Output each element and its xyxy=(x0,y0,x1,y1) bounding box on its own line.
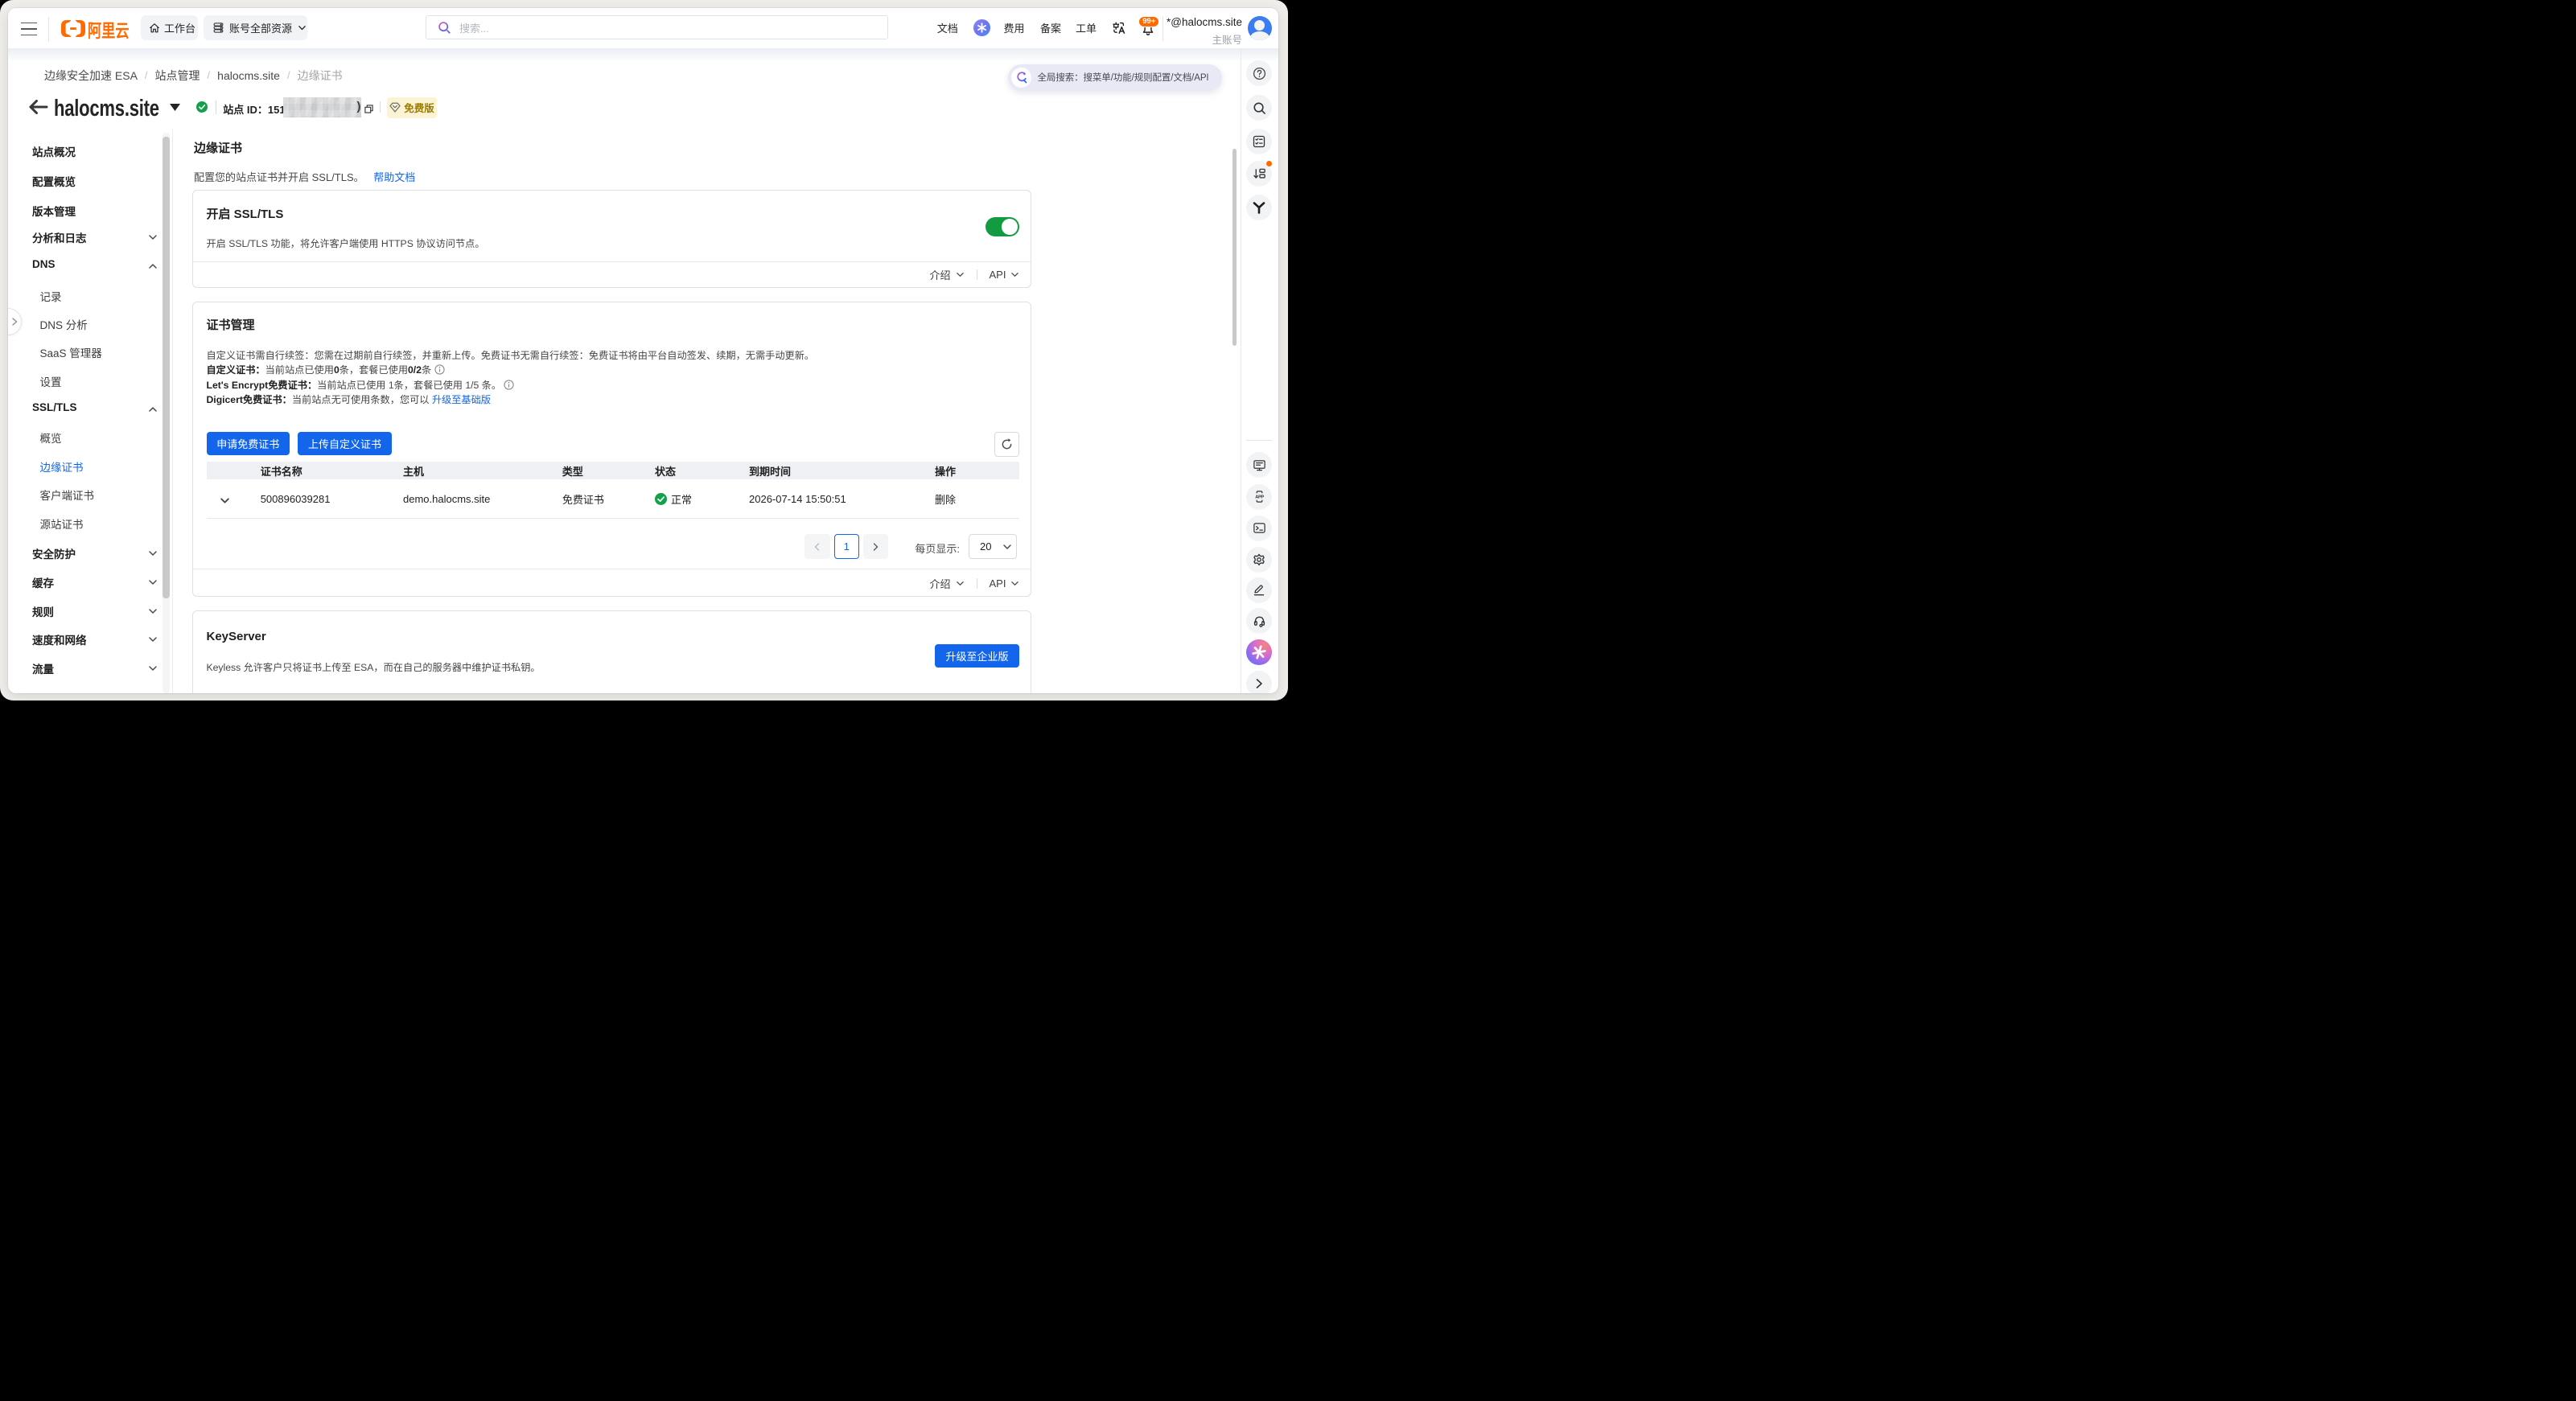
svg-text:APP: APP xyxy=(1255,495,1264,500)
